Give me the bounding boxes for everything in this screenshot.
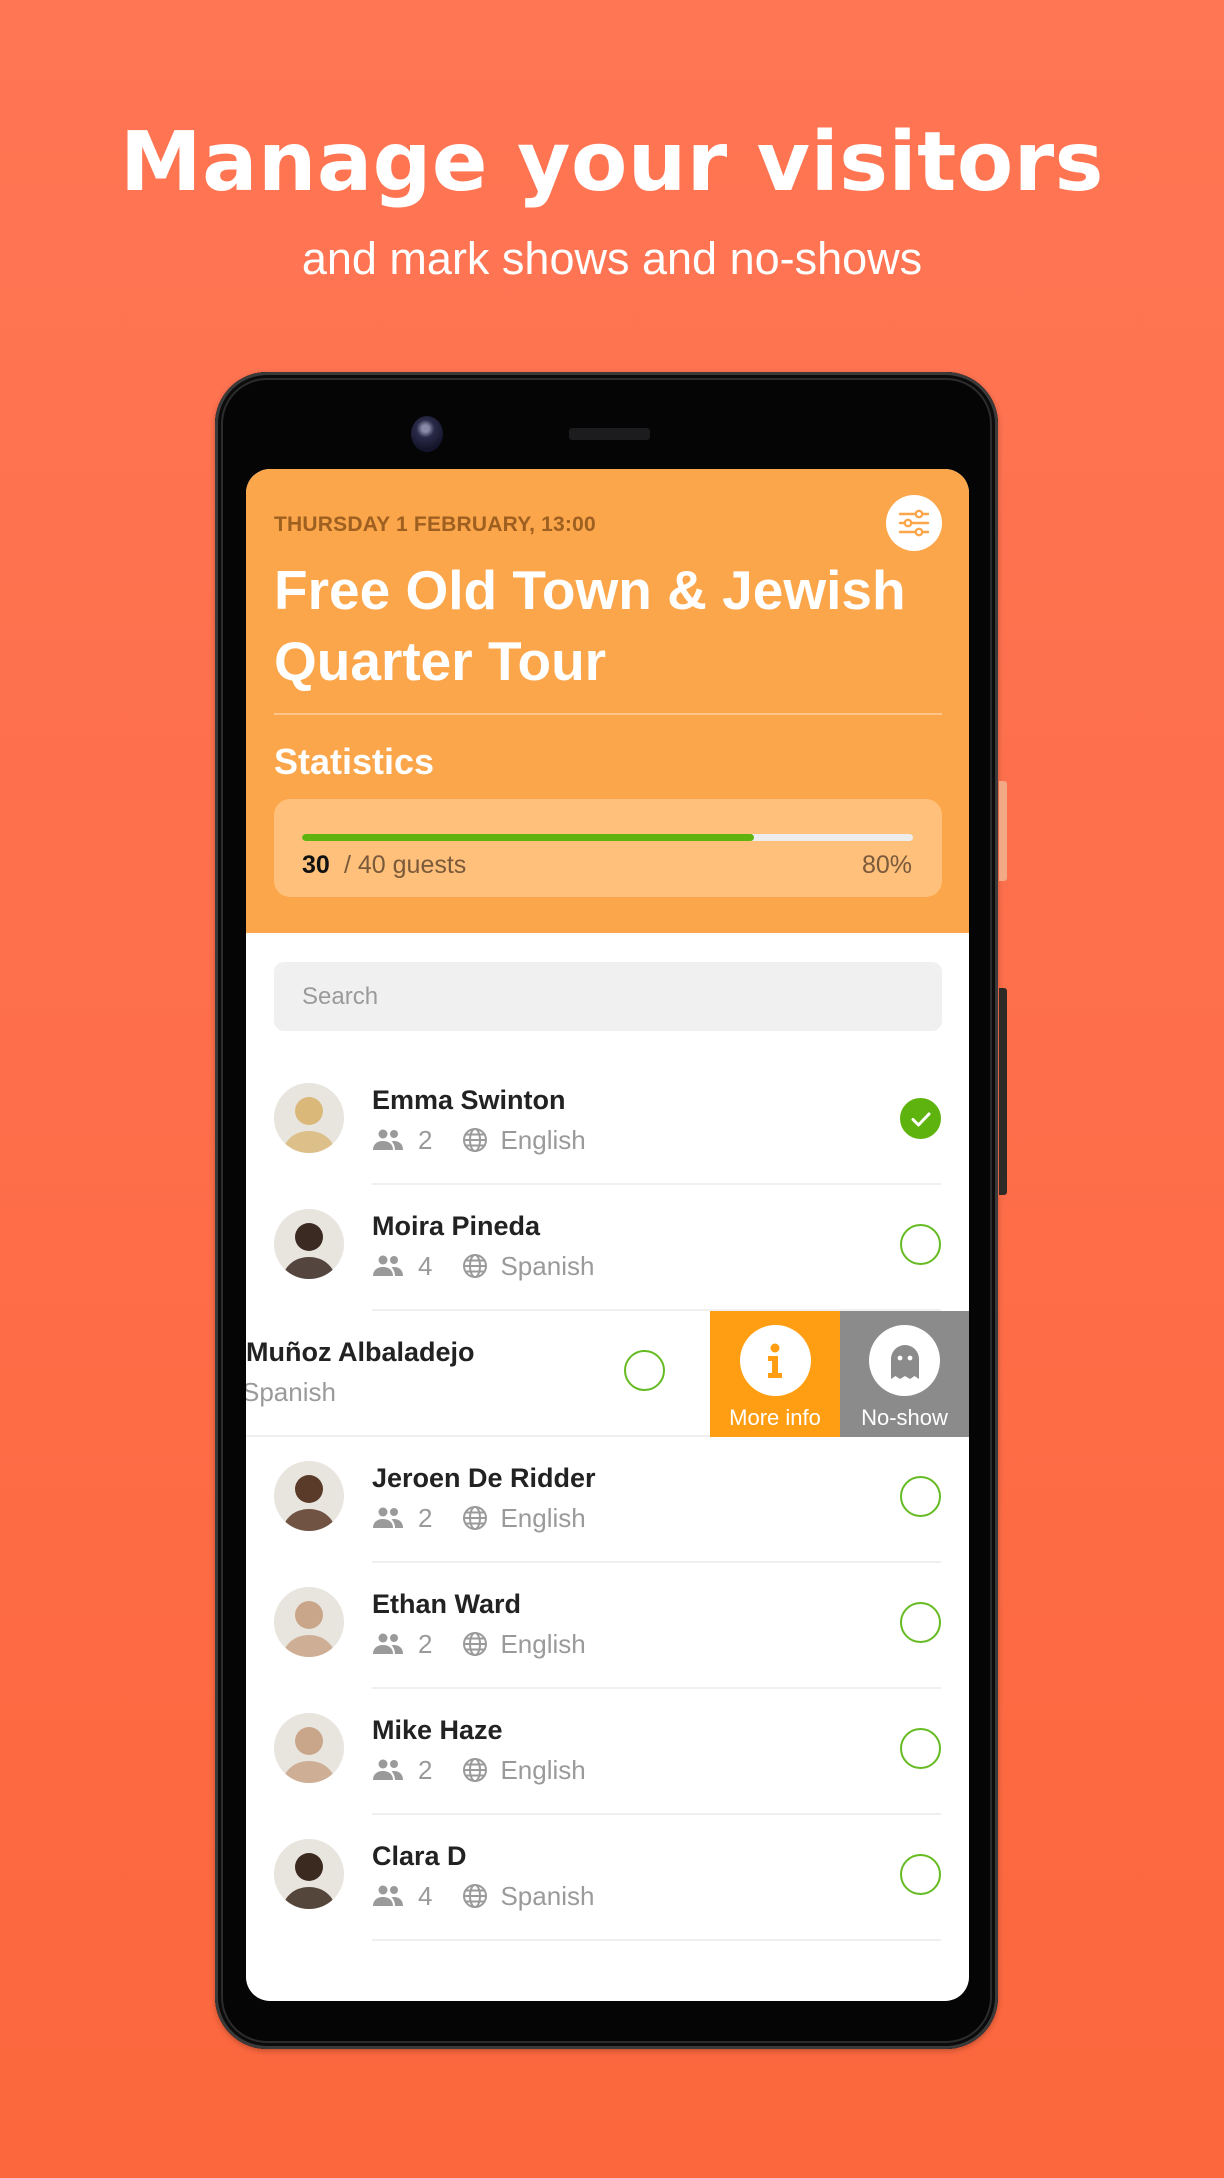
row-divider: [372, 1939, 941, 1941]
guest-meta: 2 English: [372, 1503, 586, 1533]
guest-avatar: [274, 1839, 344, 1909]
more-info-button[interactable]: More info: [710, 1311, 840, 1437]
guest-meta: 2 English: [372, 1629, 586, 1659]
guest-avatar: [274, 1083, 344, 1153]
guest-group-size: 2: [418, 1502, 433, 1533]
guest-group-size: 2: [418, 1124, 433, 1155]
language-globe-icon: [463, 1758, 488, 1782]
guest-meta: 4 Spanish: [372, 1881, 594, 1911]
language-globe-icon: [463, 1884, 488, 1908]
guest-avatar: [274, 1461, 344, 1531]
statistics-card: 30 / 40 guests 80%: [274, 799, 942, 897]
filter-button[interactable]: [886, 495, 942, 551]
check-in-toggle[interactable]: [900, 1602, 941, 1643]
guest-row[interactable]: Jeroen De Ridder 2 English: [246, 1437, 969, 1563]
guest-meta: 4 Spanish: [372, 1251, 594, 1281]
attendance-progress-fill: [302, 834, 755, 841]
guest-group-size: 4: [418, 1250, 433, 1281]
guest-group-size: 4: [418, 1880, 433, 1911]
guest-language: English: [500, 1124, 586, 1155]
phone-power-button: [999, 988, 1007, 1195]
earpiece-speaker: [569, 428, 650, 440]
check-in-toggle[interactable]: [900, 1728, 941, 1769]
guest-row[interactable]: Emma Swinton 2 English: [246, 1059, 969, 1185]
group-size-icon: [373, 1507, 403, 1528]
checkmark-icon: [911, 1112, 930, 1126]
check-in-toggle[interactable]: [900, 1098, 941, 1139]
guest-row[interactable]: Mike Haze 2 English: [246, 1689, 969, 1815]
promo-headline: Manage your visitors: [120, 115, 1104, 210]
guest-group-size: 2: [418, 1628, 433, 1659]
guest-language: English: [500, 1754, 586, 1785]
guest-name: Muñoz Albaladejo: [246, 1337, 475, 1367]
search-field[interactable]: [274, 962, 942, 1031]
ghost-icon: [890, 1344, 919, 1379]
guest-name: Ethan Ward: [372, 1589, 522, 1619]
guest-language: Spanish: [500, 1250, 595, 1281]
guest-row[interactable]: Clara D 4 Spanish: [246, 1815, 969, 1941]
total-guests: / 40 guests: [344, 851, 467, 879]
app-screen: THURSDAY 1 FEBRUARY, 13:00 Free Old Town…: [246, 469, 969, 2001]
guest-row[interactable]: Ethan Ward 2 English: [246, 1563, 969, 1689]
guest-name: Moira Pineda: [372, 1211, 541, 1241]
check-in-toggle[interactable]: [900, 1224, 941, 1265]
guest-language: English: [500, 1502, 586, 1533]
guest-avatar: [274, 1587, 344, 1657]
group-size-icon: [373, 1885, 403, 1906]
search-input[interactable]: [274, 962, 942, 1031]
language-globe-icon: [463, 1128, 488, 1152]
guest-row[interactable]: Muñoz Albaladejo Spanish More info No-show: [246, 1311, 969, 1437]
attendance-progress-bar: [302, 834, 913, 841]
no-show-button[interactable]: No-show: [840, 1311, 969, 1437]
group-size-icon: [373, 1759, 403, 1780]
statistics-heading: Statistics: [274, 741, 435, 782]
promo-subline: and mark shows and no-shows: [301, 233, 923, 284]
guest-name: Clara D: [372, 1841, 467, 1871]
guest-name: Jeroen De Ridder: [372, 1463, 596, 1493]
group-size-icon: [373, 1129, 403, 1150]
language-globe-icon: [463, 1254, 488, 1278]
guest-group-size: 2: [418, 1754, 433, 1785]
front-camera: [411, 416, 443, 452]
guest-avatar: [274, 1209, 344, 1279]
tour-header: THURSDAY 1 FEBRUARY, 13:00 Free Old Town…: [246, 469, 969, 933]
phone-volume-button: [999, 781, 1007, 881]
check-in-toggle[interactable]: [900, 1476, 941, 1517]
guest-language: Spanish: [500, 1880, 595, 1911]
tour-title: Free Old Town & Jewish Quarter Tour: [274, 559, 906, 692]
check-in-toggle[interactable]: [900, 1854, 941, 1895]
info-icon: [768, 1343, 782, 1378]
guest-meta: 2 English: [372, 1125, 586, 1155]
guest-name: Emma Swinton: [372, 1085, 566, 1115]
tour-date: THURSDAY 1 FEBRUARY, 13:00: [274, 513, 596, 536]
guest-list: Emma Swinton 2 English Moira Pineda 4 Spanish…: [246, 1059, 969, 1941]
guest-avatar: [274, 1713, 344, 1783]
sliders-icon: [898, 509, 930, 537]
check-in-toggle[interactable]: [624, 1350, 665, 1391]
language-globe-icon: [463, 1506, 488, 1530]
language-globe-icon: [463, 1632, 488, 1656]
checked-in-count: 30: [302, 851, 330, 879]
no-show-label: No-show: [861, 1405, 948, 1430]
swiped-row-content[interactable]: Muñoz Albaladejo Spanish: [246, 1311, 707, 1437]
guest-language: English: [500, 1628, 586, 1659]
more-info-label: More info: [729, 1405, 821, 1430]
guest-row[interactable]: Moira Pineda 4 Spanish: [246, 1185, 969, 1311]
guest-meta: 2 English: [372, 1755, 586, 1785]
guest-language: Spanish: [246, 1376, 336, 1407]
group-size-icon: [373, 1633, 403, 1654]
header-divider: [274, 713, 942, 715]
attendance-percent: 80%: [861, 851, 912, 879]
guest-name: Mike Haze: [372, 1715, 503, 1745]
guest-meta: Spanish: [246, 1377, 336, 1407]
group-size-icon: [373, 1255, 403, 1276]
